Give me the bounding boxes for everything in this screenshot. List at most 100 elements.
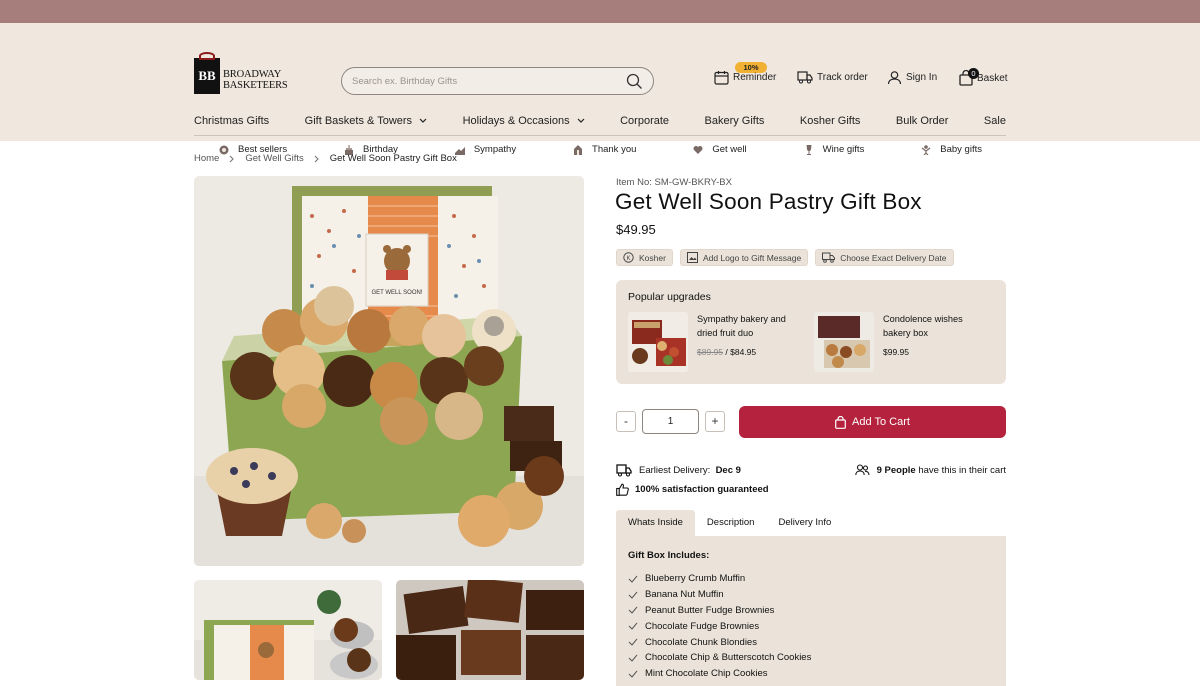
logo-line1: BROADWAY [223, 69, 282, 80]
basket-label: Basket [977, 72, 1008, 84]
search-input[interactable] [352, 68, 622, 94]
content-item-label: Mint Chocolate Chip Cookies [645, 668, 768, 680]
nav-holidays[interactable]: Holidays & Occasions [463, 115, 585, 127]
content-item-label: Chocolate Fudge Brownies [645, 620, 760, 632]
subnav-sympathy[interactable]: Sympathy [454, 144, 516, 155]
breadcrumb-current: Get Well Soon Pastry Gift Box [329, 153, 457, 164]
sign-in-label: Sign In [906, 72, 938, 83]
upgrade-photo [814, 312, 874, 372]
chip-kosher[interactable]: K Kosher [616, 249, 673, 266]
product-thumbnail-1[interactable] [194, 580, 382, 680]
nav-bakery-gifts[interactable]: Bakery Gifts [705, 115, 765, 127]
product-tabs: Whats Inside Description Delivery Info [616, 510, 843, 536]
chevron-down-icon [577, 118, 585, 123]
thumbnail-photo [194, 580, 382, 680]
subnav-thank-you[interactable]: Thank you [573, 144, 636, 155]
breadcrumb-get-well-gifts[interactable]: Get Well Gifts [245, 153, 303, 164]
add-to-cart-button[interactable]: Add To Cart [739, 406, 1006, 438]
people-in-cart: 9 People have this in their cart [854, 464, 1006, 476]
image-icon [686, 252, 698, 263]
nav-christmas-gifts[interactable]: Christmas Gifts [194, 115, 269, 127]
chevron-down-icon [419, 118, 427, 123]
upgrade-price: $84.95 [730, 347, 757, 357]
quantity-input[interactable]: 1 [642, 409, 699, 434]
nav-gift-baskets-label: Gift Baskets & Towers [304, 115, 413, 127]
kosher-icon: K [623, 252, 634, 263]
nav-sale[interactable]: Sale [984, 115, 1006, 127]
logo[interactable]: BB BROADWAY BASKETEERS [194, 52, 288, 94]
subnav-label: Wine gifts [822, 144, 865, 155]
subnav-get-well[interactable]: Get well [693, 144, 747, 155]
sign-in-link[interactable]: Sign In [887, 70, 937, 85]
subnav-wine-gifts[interactable]: Wine gifts [804, 144, 865, 155]
chip-label: Kosher [639, 252, 666, 263]
thumbnail-photo [396, 580, 584, 680]
product-title: Get Well Soon Pastry Gift Box [615, 189, 922, 214]
nav-kosher-gifts[interactable]: Kosher Gifts [800, 115, 861, 127]
check-icon [628, 654, 638, 662]
nav-corporate[interactable]: Corporate [620, 115, 669, 127]
quantity-stepper: - 1 + [616, 409, 725, 434]
shopping-bag-icon [835, 415, 846, 429]
calendar-icon [714, 71, 729, 85]
subnav-label: Baby gifts [940, 144, 982, 155]
baby-icon [921, 144, 931, 155]
upgrade-item[interactable]: Sympathy bakery and dried fruit duo $89.… [628, 312, 786, 372]
product-main-image[interactable]: GET WELL SOON! [194, 176, 584, 566]
chip-add-logo[interactable]: Add Logo to Gift Message [679, 249, 809, 266]
breadcrumb-home[interactable]: Home [194, 153, 219, 164]
tab-delivery-info[interactable]: Delivery Info [766, 510, 843, 536]
chevron-right-icon [314, 155, 319, 162]
subnav-baby-gifts[interactable]: Baby gifts [921, 144, 982, 155]
upgrade-image [628, 312, 688, 372]
tab-whats-inside[interactable]: Whats Inside [616, 510, 695, 536]
item-number: Item No: SM-GW-BKRY-BX [616, 177, 732, 188]
nav-holidays-label: Holidays & Occasions [462, 115, 570, 127]
earliest-delivery-label: Earliest Delivery: [639, 464, 711, 476]
list-item: Blueberry Crumb Muffin [628, 571, 811, 587]
popular-upgrades-panel: Popular upgrades Sympathy bakery and dri… [616, 280, 1006, 384]
wine-glass-icon [806, 144, 812, 155]
track-order-link[interactable]: Track order [797, 70, 868, 84]
content-item-label: Peanut Butter Fudge Brownies [645, 604, 775, 616]
chip-delivery-date[interactable]: Choose Exact Delivery Date [815, 249, 954, 266]
nav-gift-baskets[interactable]: Gift Baskets & Towers [305, 115, 427, 127]
logo-text: BROADWAY BASKETEERS [223, 69, 288, 91]
quantity-decrease-button[interactable]: - [616, 411, 636, 432]
list-item: Chocolate Fudge Brownies [628, 618, 811, 634]
check-icon [628, 591, 638, 599]
guarantee-text: 100% satisfaction guaranteed [635, 484, 769, 495]
truck-icon [797, 71, 813, 84]
list-item: Chocolate Chunk Blondies [628, 634, 811, 650]
box-card-text: GET WELL SOON! [371, 290, 422, 296]
content-item-label: Blueberry Crumb Muffin [645, 573, 746, 585]
nav-divider [194, 135, 1006, 136]
upgrade-name: Condolence wishes [883, 314, 963, 324]
basket-link[interactable]: Basket [959, 70, 1008, 86]
upgrade-name: Sympathy bakery and [697, 314, 786, 324]
quantity-increase-button[interactable]: + [705, 411, 725, 432]
breadcrumb: Home Get Well Gifts Get Well Soon Pastry… [194, 153, 457, 164]
reminder-link[interactable]: Reminder [714, 70, 776, 85]
upgrades-heading: Popular upgrades [628, 291, 711, 303]
content-item-label: Banana Nut Muffin [645, 589, 724, 601]
list-item: Mint Chocolate Chip Cookies [628, 666, 811, 682]
upgrade-old-price: $89.95 [697, 347, 723, 357]
heart-icon [693, 145, 703, 154]
user-icon [887, 71, 902, 85]
logo-line2: BASKETEERS [223, 80, 288, 91]
feature-chips: K Kosher Add Logo to Gift Message Choose… [616, 249, 954, 266]
subnav-label: Get well [712, 144, 747, 155]
product-photo: GET WELL SOON! [194, 176, 584, 566]
check-icon [628, 622, 638, 631]
users-icon [854, 464, 870, 476]
search-icon[interactable] [626, 73, 643, 90]
whats-inside-panel: Gift Box Includes: Blueberry Crumb Muffi… [616, 536, 1006, 686]
nav-bulk-order[interactable]: Bulk Order [896, 115, 949, 127]
upgrade-item[interactable]: Condolence wishes bakery box $99.95 [814, 312, 963, 372]
logo-mark-text: BB [198, 68, 216, 83]
tab-description[interactable]: Description [695, 510, 767, 536]
product-thumbnail-2[interactable] [396, 580, 584, 680]
chip-label: Add Logo to Gift Message [702, 252, 802, 263]
list-item: Peanut Butter Fudge Brownies [628, 603, 811, 619]
